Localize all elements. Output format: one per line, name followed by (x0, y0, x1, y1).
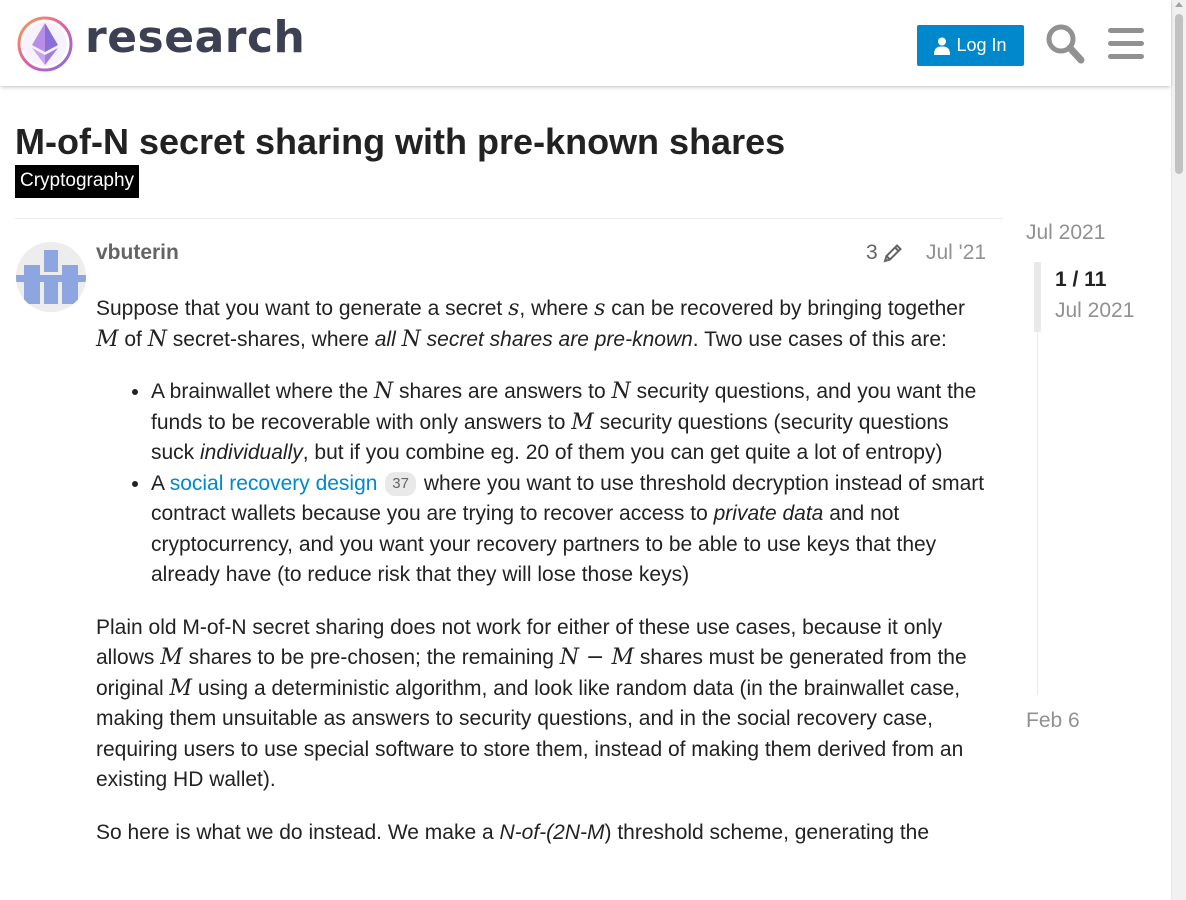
math-m: M (571, 409, 594, 435)
timeline-position-date: Jul 2021 (1055, 299, 1135, 322)
post-username[interactable]: vbuterin (96, 241, 179, 265)
login-label: Log In (956, 35, 1007, 55)
logo-icon[interactable] (16, 15, 74, 73)
scrollbar-thumb[interactable] (1175, 14, 1183, 174)
identicon-icon (16, 242, 86, 312)
edit-count: 3 (866, 241, 878, 264)
topic-title[interactable]: M-of-N secret sharing with pre-known sha… (15, 121, 785, 163)
hamburger-menu-icon[interactable] (1106, 22, 1146, 64)
user-icon (934, 37, 951, 55)
paragraph: So here is what we do instead. We make a… (96, 820, 930, 844)
timeline-end-date[interactable]: Feb 6 (1026, 709, 1080, 733)
math-m: M (96, 326, 119, 352)
divider (15, 218, 1003, 219)
timeline-position: 1 / 11 (1055, 268, 1107, 291)
search-icon[interactable] (1045, 22, 1085, 64)
list-item: A brainwallet where the N shares are ans… (151, 377, 991, 469)
category-badge[interactable]: Cryptography (15, 165, 140, 198)
math-m: M (160, 645, 183, 670)
social-recovery-design-link[interactable]: social recovery design (170, 472, 378, 495)
timeline-start-date[interactable]: Jul 2021 (1026, 221, 1105, 245)
use-case-list: A brainwallet where the N shares are ans… (96, 377, 991, 591)
page-scrollbar[interactable] (1171, 0, 1186, 900)
site-header: research Log In (0, 0, 1171, 86)
post-content: Suppose that you want to generate a secr… (96, 294, 991, 870)
math-n-minus-m: N − M (559, 645, 634, 670)
math-n: N (373, 379, 394, 404)
paragraph: Suppose that you want to generate a secr… (96, 296, 965, 352)
paragraph: Plain old M-of-N secret sharing does not… (96, 615, 967, 792)
math-n: N (147, 326, 167, 352)
math-n: N (611, 379, 631, 404)
link-click-count: 37 (385, 471, 416, 496)
logo-text[interactable]: research (85, 12, 305, 63)
post-date[interactable]: Jul '21 (926, 241, 986, 265)
emphasis: all N secret shares are pre-known (374, 326, 693, 352)
timeline-handle[interactable] (1034, 262, 1041, 332)
edit-history-button[interactable]: 3 (866, 241, 904, 265)
math-s: s (594, 296, 606, 321)
scroll-up-arrow-icon[interactable] (1175, 2, 1183, 7)
avatar[interactable] (16, 242, 86, 312)
login-button[interactable]: Log In (917, 25, 1024, 66)
pencil-icon (883, 244, 902, 263)
math-m: M (169, 675, 193, 701)
math-s: s (508, 296, 520, 321)
list-item: A social recovery design 37 where you wa… (151, 469, 991, 591)
